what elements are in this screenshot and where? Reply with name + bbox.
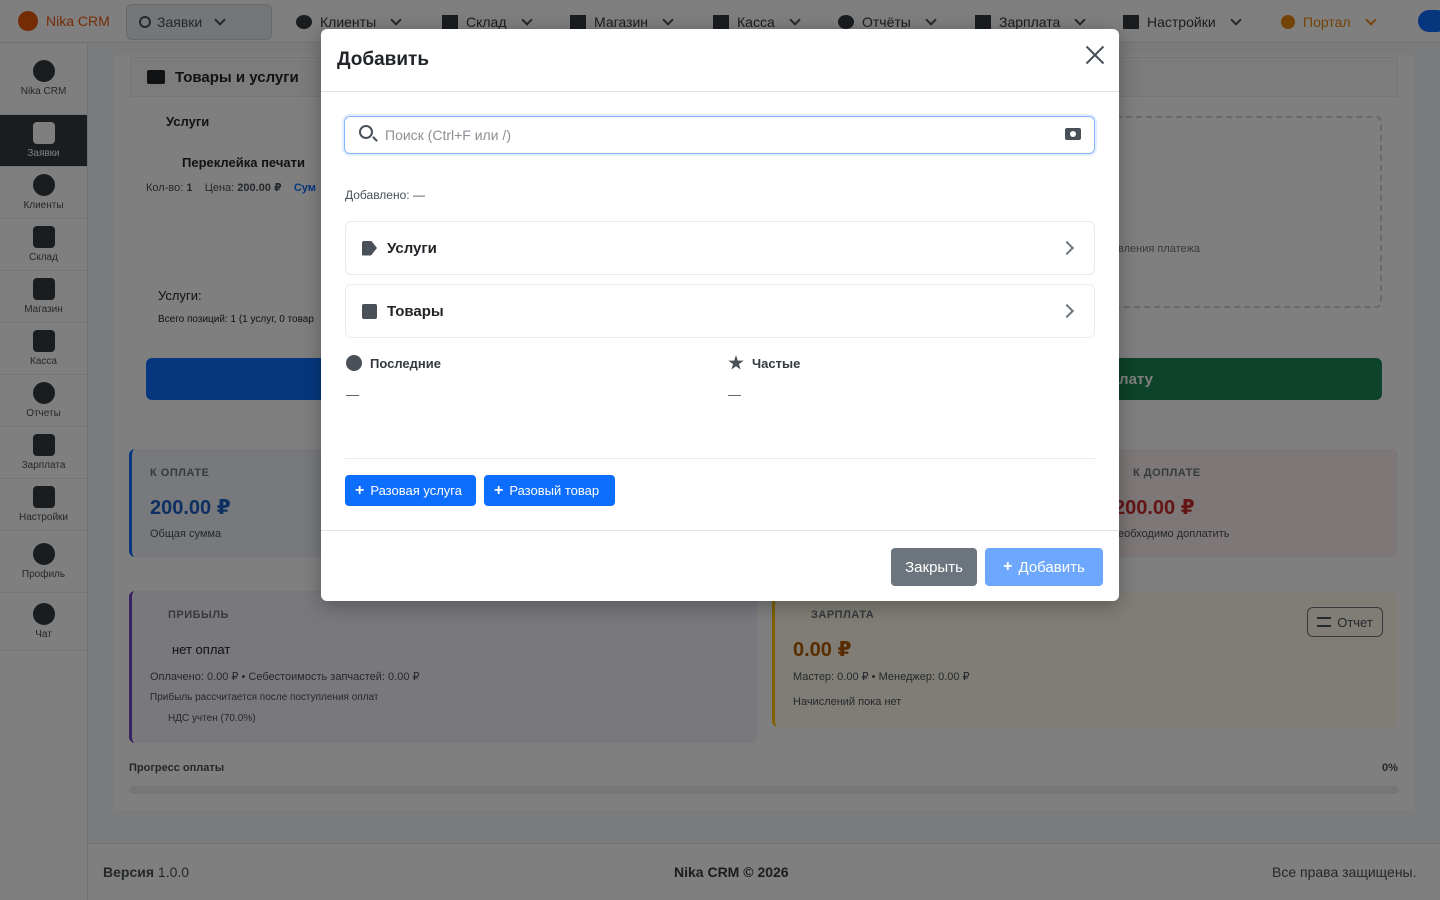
star-icon [728,355,744,370]
recent-label: Последние [370,355,441,371]
frequent-heading: Частые [728,355,800,371]
divider [345,458,1095,459]
category-products[interactable]: Товары [345,284,1095,338]
tag-icon [362,240,377,256]
recent-heading: Последние [346,355,441,371]
box-icon [362,303,377,319]
modal-title: Добавить [337,49,430,70]
plus-icon: + [355,481,365,499]
plus-icon: + [1003,558,1013,575]
add-item-modal: Добавить Добавлено: — Услуги Товары Посл… [321,29,1119,601]
add-button-label: Добавить [1018,558,1085,576]
chevron-right-icon [1059,240,1075,256]
search-icon [359,125,373,139]
add-button[interactable]: + Добавить [985,548,1103,586]
one-time-service-label: Разовая услуга [370,483,462,498]
category-services[interactable]: Услуги [345,221,1095,275]
one-time-product-label: Разовый товар [509,483,600,498]
search-input[interactable] [385,117,1045,153]
frequent-label: Частые [752,355,801,371]
category-label: Услуги [387,239,437,257]
one-time-product-button[interactable]: + Разовый товар [484,475,615,506]
camera-icon[interactable] [1065,128,1081,140]
search-field[interactable] [344,116,1095,154]
frequent-value: — [728,387,741,402]
one-time-service-button[interactable]: + Разовая услуга [345,475,476,506]
modal-header: Добавить [321,29,1119,92]
close-button[interactable]: Закрыть [891,548,977,586]
chevron-right-icon [1059,303,1075,319]
close-icon[interactable] [1083,43,1107,67]
close-button-label: Закрыть [905,558,963,576]
plus-icon: + [494,481,504,499]
clock-icon [346,355,362,371]
category-label: Товары [387,302,444,320]
modal-footer: Закрыть + Добавить [321,530,1119,601]
recent-value: — [346,387,359,402]
added-status: Добавлено: — [345,188,425,202]
